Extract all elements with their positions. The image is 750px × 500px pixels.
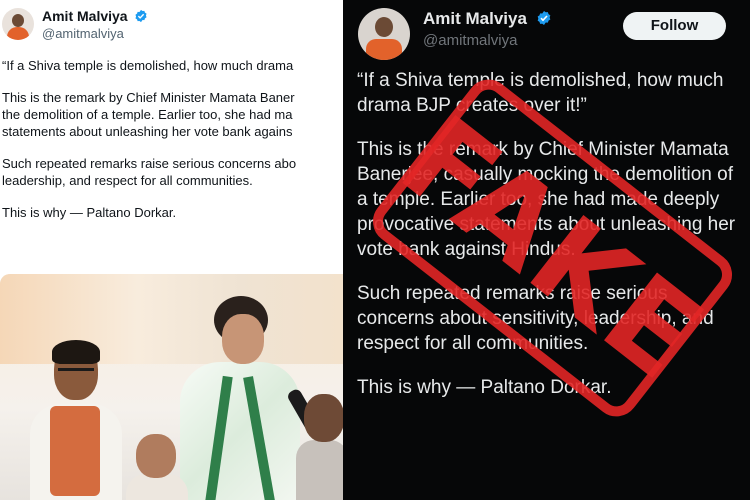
tweet-line: Such repeated remarks raise serious conc… — [2, 156, 297, 171]
tweet-line: “If a Shiva temple is demolished, how mu… — [2, 58, 294, 73]
author-name-text: Amit Malviya — [42, 8, 128, 24]
light-tweet-panel: Amit Malviya @amitmalviya “If a Shiva te… — [0, 0, 343, 500]
verified-badge-icon — [537, 11, 551, 25]
author-handle[interactable]: @amitmalviya — [423, 32, 517, 49]
tweet-line: leadership, and respect for all communit… — [2, 173, 253, 188]
tweet-line: the demolition of a temple. Earlier too,… — [2, 107, 293, 122]
author-name[interactable]: Amit Malviya — [423, 9, 552, 29]
avatar[interactable] — [2, 8, 34, 40]
follow-button[interactable]: Follow — [623, 12, 726, 40]
tweet-text: “If a Shiva temple is demolished, how mu… — [0, 57, 343, 236]
tweet-line: This is why — Paltano Dorkar. — [2, 205, 177, 220]
author-handle[interactable]: @amitmalviya — [42, 26, 124, 41]
tweet-paragraph: “If a Shiva temple is demolished, how mu… — [357, 70, 724, 116]
avatar[interactable] — [358, 8, 410, 60]
tweet-video-thumbnail[interactable] — [0, 274, 343, 500]
author-name[interactable]: Amit Malviya — [42, 8, 148, 24]
author-name-text: Amit Malviya — [423, 9, 527, 28]
tweet-paragraph: This is why — Paltano Dorkar. — [357, 377, 612, 398]
tweet-line: This is the remark by Chief Minister Mam… — [2, 90, 295, 105]
verified-badge-icon — [135, 9, 148, 23]
tweet-line: statements about unleashing her vote ban… — [2, 124, 293, 139]
